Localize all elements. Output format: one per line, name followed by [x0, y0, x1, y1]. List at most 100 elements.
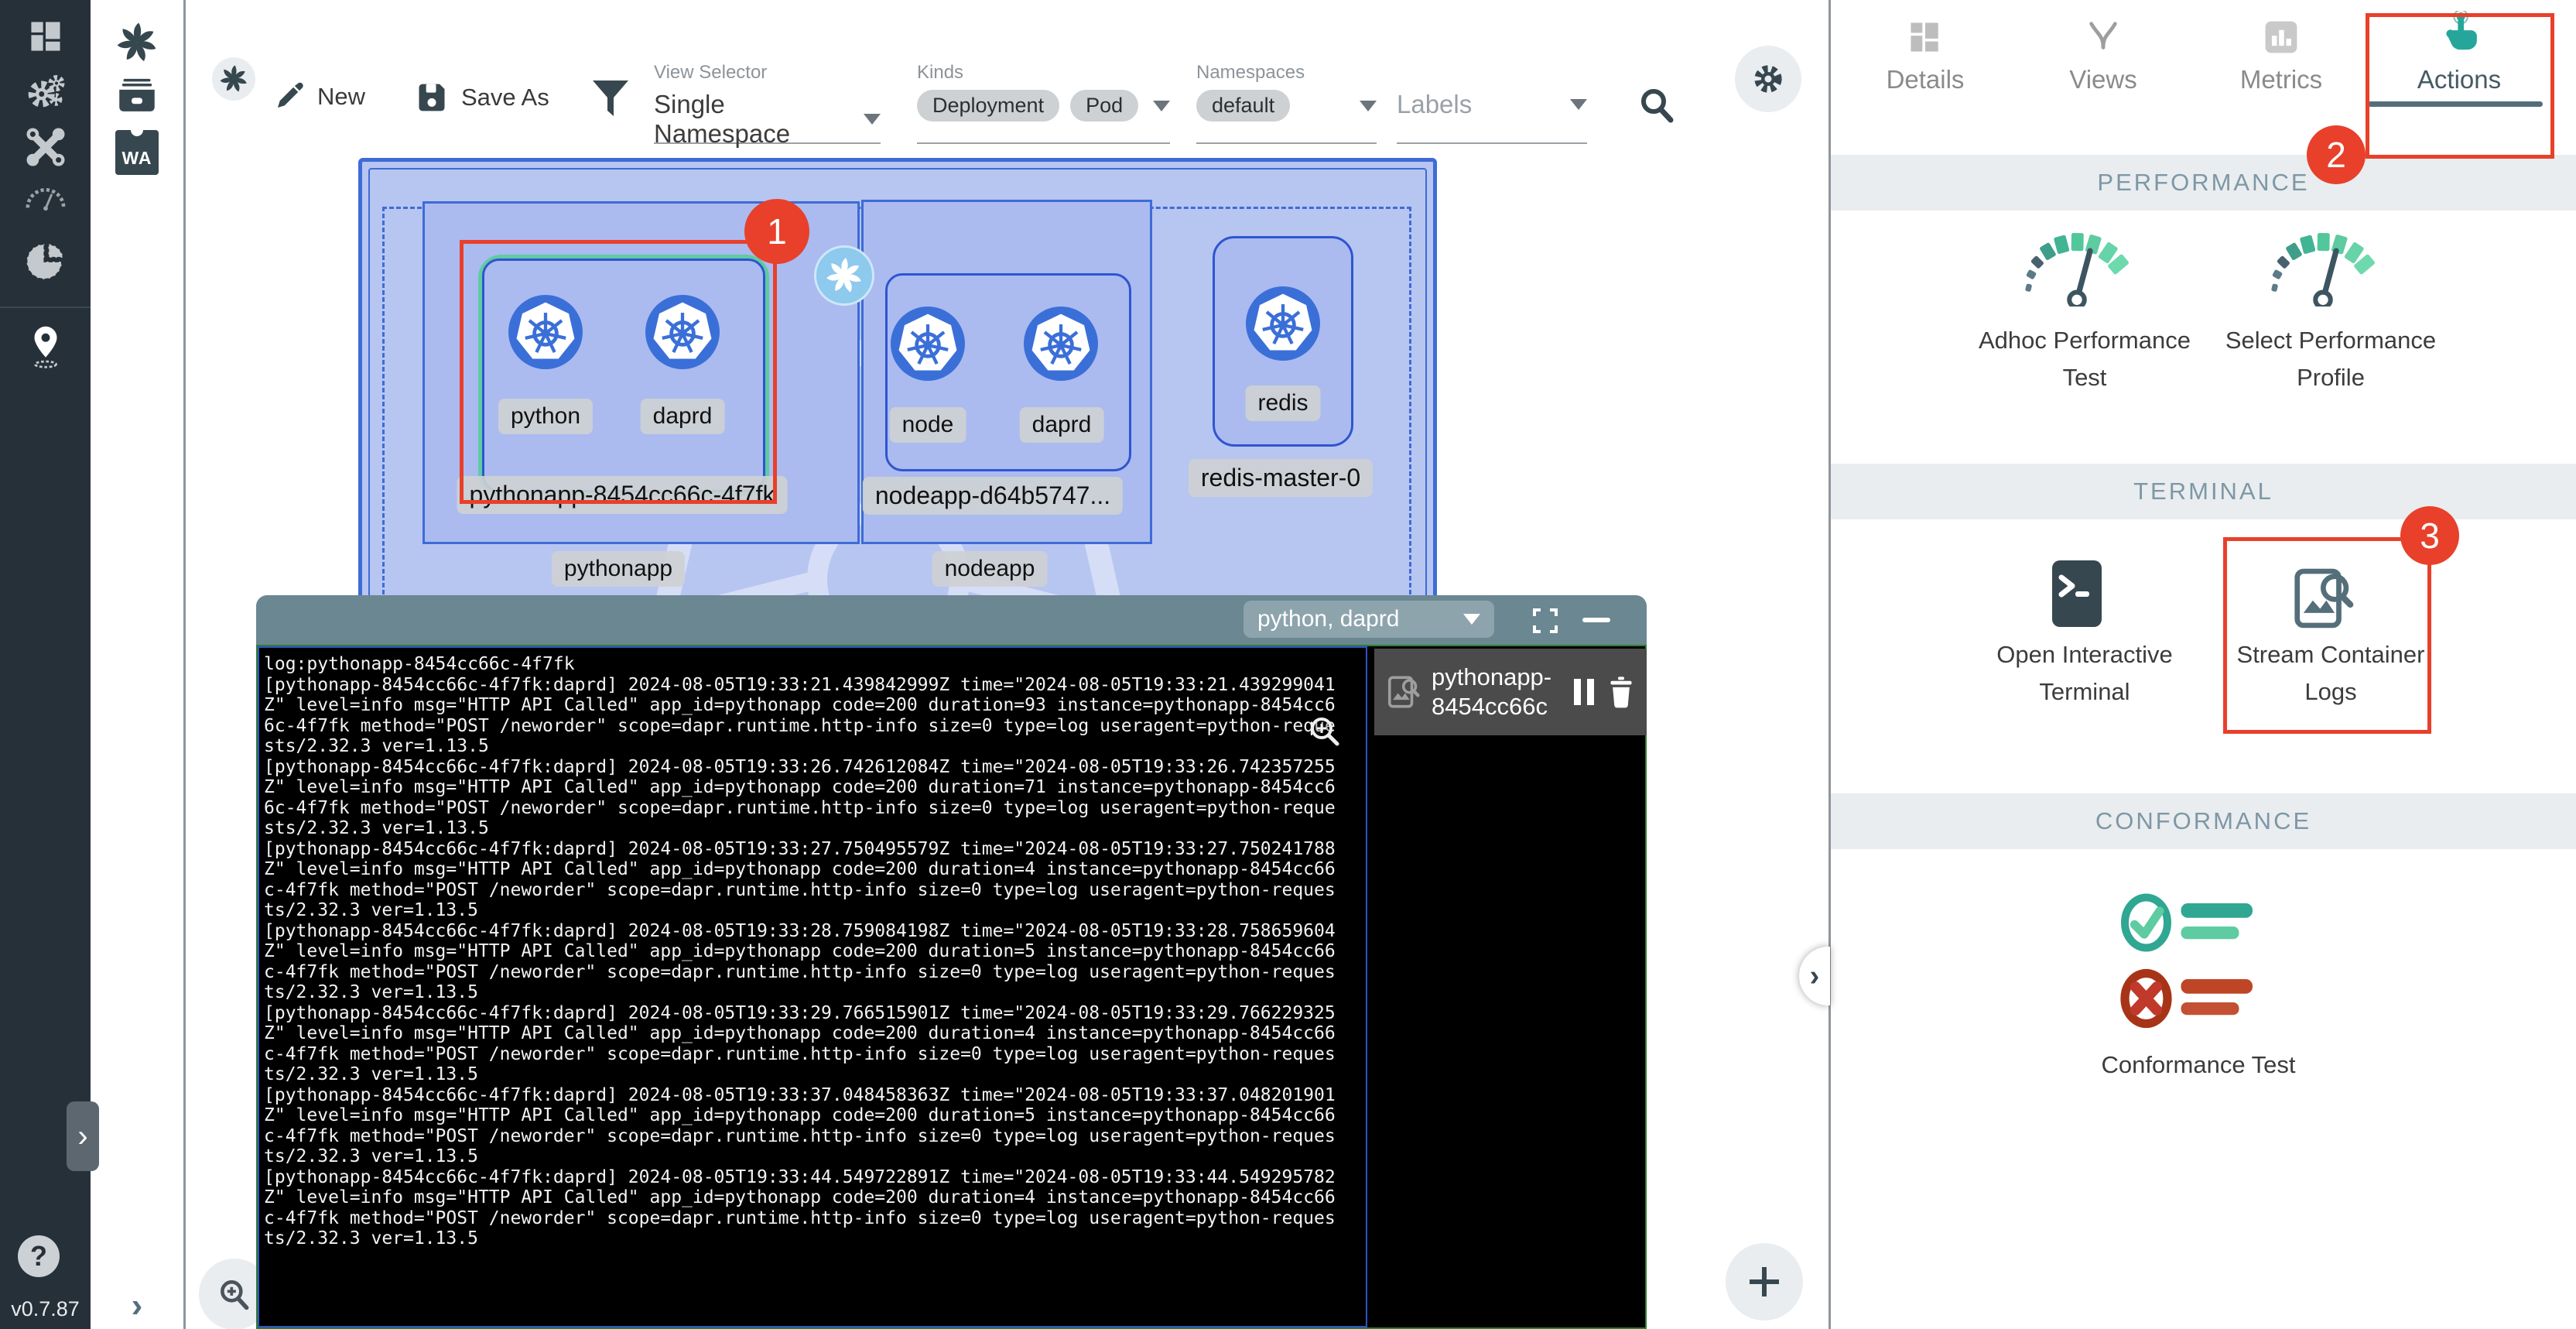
pause-stream-icon[interactable] [1572, 677, 1596, 707]
help-button[interactable]: ? [18, 1235, 60, 1277]
pod-redis[interactable]: redis [1213, 236, 1353, 447]
select-performance-profile-label: Select Performance Profile [2215, 322, 2447, 396]
conformance-fail-row-icon [2117, 968, 2280, 1029]
add-node-button[interactable] [1726, 1243, 1803, 1320]
stream-logs-icon [1385, 674, 1421, 710]
tab-metrics[interactable]: Metrics [2192, 0, 2370, 124]
sidebar-divider [0, 307, 91, 308]
chevron-down-icon [864, 114, 881, 125]
right-panel-collapse-handle[interactable]: › [1799, 947, 1830, 1005]
deployment-label: nodeapp [932, 551, 1048, 587]
view-selector-field[interactable]: View Selector Single Namespace [654, 62, 881, 144]
view-selector-label: View Selector [654, 62, 881, 84]
settings-button[interactable] [1735, 46, 1801, 112]
log-output-area[interactable]: log:pythonapp-8454cc66c-4f7fk [pythonapp… [258, 646, 1367, 1327]
labels-placeholder: Labels [1397, 90, 1472, 119]
namespaces-field[interactable]: Namespaces default [1196, 62, 1377, 144]
views-branch-icon [2083, 14, 2123, 57]
container-selector-dropdown[interactable]: python, daprd [1244, 601, 1494, 638]
conformance-pie-icon[interactable] [24, 240, 67, 283]
section-header-terminal: TERMINAL [1831, 464, 2576, 519]
open-interactive-terminal-label: Open Interactive Terminal [1969, 636, 2201, 711]
extensions-collapse-chevron-icon[interactable]: › [132, 1286, 143, 1325]
conformance-test-button[interactable] [2117, 892, 2280, 1029]
sidebar-expand-handle[interactable]: › [67, 1101, 99, 1171]
annotation-box-1 [460, 240, 777, 504]
fullscreen-icon[interactable] [1531, 607, 1559, 635]
dapr-pinwheel-icon [824, 255, 864, 296]
wasm-extension-icon[interactable]: WA [115, 130, 159, 175]
deployment-label: pythonapp [552, 551, 685, 587]
tab-details[interactable]: Details [1836, 0, 2014, 124]
annotation-badge-2: 2 [2307, 125, 2366, 184]
gauge-icon [2257, 229, 2389, 307]
adhoc-performance-test-button[interactable] [2011, 229, 2143, 307]
labels-filter-field[interactable]: Labels [1397, 62, 1587, 144]
kinds-field[interactable]: Kinds Deployment Pod [917, 62, 1170, 144]
container-label: redis [1245, 385, 1320, 421]
right-panel: Details Views Metrics [1831, 0, 2576, 1329]
annotation-box-2 [2366, 13, 2554, 159]
version-label: v0.7.87 [0, 1297, 91, 1321]
pencil-icon [272, 80, 305, 113]
gauge-icon [2011, 229, 2143, 307]
container-node-icon[interactable] [891, 305, 965, 382]
app-menu-button[interactable] [212, 57, 255, 101]
kind-chip-pod[interactable]: Pod [1070, 90, 1138, 122]
new-button[interactable]: New [272, 80, 365, 113]
configuration-tools-icon[interactable] [24, 125, 67, 169]
annotation-box-3 [2223, 537, 2431, 734]
terminal-icon [2051, 559, 2103, 629]
annotation-badge-1: 1 [744, 199, 809, 264]
container-label: node [890, 407, 966, 443]
open-interactive-terminal-button[interactable] [2051, 559, 2103, 629]
kind-chip-deployment[interactable]: Deployment [917, 90, 1059, 122]
zoom-cursor-icon [1308, 714, 1342, 748]
chevron-down-icon [1360, 101, 1377, 111]
select-performance-profile-button[interactable] [2257, 229, 2389, 307]
delete-stream-icon[interactable] [1606, 676, 1636, 708]
stream-tab-pythonapp[interactable]: pythonapp- 8454cc66c [1374, 649, 1647, 735]
dashboard-icon[interactable] [25, 15, 67, 57]
pod-name-label: redis-master-0 [1189, 459, 1373, 497]
performance-gauge-icon[interactable] [23, 183, 68, 214]
dapr-sidecar-badge[interactable] [814, 245, 874, 306]
main-sidebar: › ? v0.7.87 [0, 0, 91, 1329]
pod-nodeapp[interactable]: node daprd [885, 273, 1131, 471]
metrics-bar-chart-icon [2261, 17, 2301, 57]
tab-views[interactable]: Views [2014, 0, 2192, 124]
kanvas-pin-icon[interactable] [23, 322, 68, 372]
conformance-test-label: Conformance Test [2082, 1046, 2314, 1084]
log-terminal-window: python, daprd log:pythonapp-8454cc66c-4f… [256, 595, 1647, 1329]
kanvas-logo-pinwheel-icon[interactable] [115, 20, 159, 65]
save-as-button[interactable]: Save As [415, 80, 549, 115]
filter-funnel-icon[interactable] [591, 79, 630, 119]
app-window: › ? v0.7.87 WA › New Save As [0, 0, 2576, 1329]
container-daprd-icon[interactable] [1024, 305, 1098, 382]
catalog-drawer-icon[interactable] [115, 74, 159, 115]
terminal-body: log:pythonapp-8454cc66c-4f7fk [pythonapp… [256, 645, 1647, 1329]
plus-icon [1746, 1264, 1782, 1300]
stream-tab-title: pythonapp- 8454cc66c [1432, 663, 1562, 721]
terminal-header[interactable]: python, daprd [256, 595, 1647, 645]
kinds-label: Kinds [917, 62, 1170, 84]
container-redis-icon[interactable] [1246, 285, 1320, 362]
zoom-in-icon [217, 1276, 252, 1312]
panel-divider [1829, 0, 1831, 1329]
save-floppy-icon [415, 80, 449, 115]
annotation-badge-3: 3 [2400, 506, 2459, 565]
pod-name-label: nodeapp-d64b5747... [863, 477, 1123, 515]
deployment-box-nodeapp[interactable]: node daprd nodeapp-d64b5747... [861, 200, 1152, 544]
namespace-chip-default[interactable]: default [1196, 90, 1290, 122]
minimize-icon[interactable] [1581, 615, 1612, 625]
chevron-down-icon [1153, 101, 1170, 111]
lifecycle-gears-icon[interactable] [24, 70, 67, 113]
section-header-conformance: CONFORMANCE [1831, 793, 2576, 849]
conformance-pass-row-icon [2117, 892, 2280, 954]
section-header-performance: PERFORMANCE [1831, 155, 2576, 211]
log-text: log:pythonapp-8454cc66c-4f7fk [pythonapp… [259, 648, 1366, 1255]
view-selector-value: Single Namespace [654, 90, 864, 149]
search-icon[interactable] [1637, 85, 1676, 124]
adhoc-performance-test-label: Adhoc Performance Test [1969, 322, 2201, 396]
gear-icon [1750, 60, 1787, 98]
